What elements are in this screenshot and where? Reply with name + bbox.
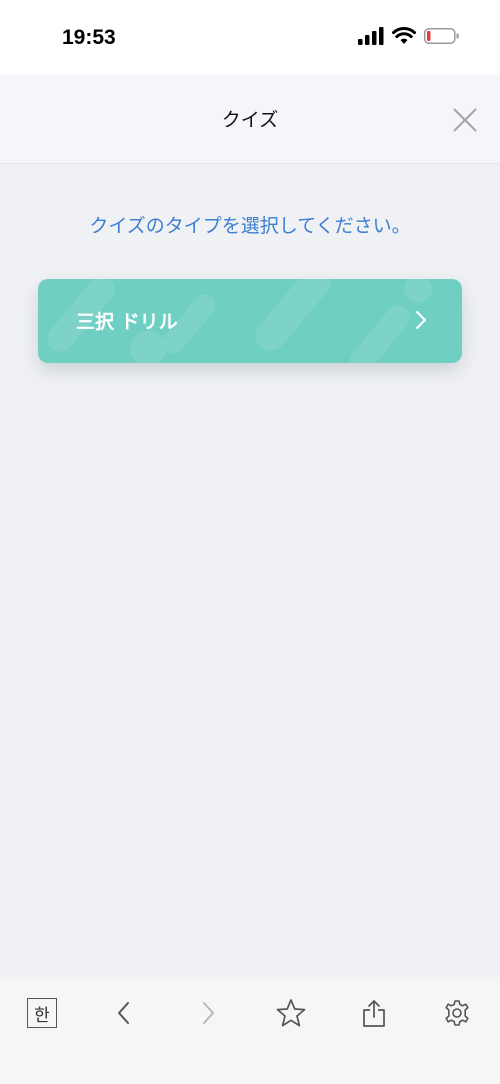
back-icon — [118, 1002, 129, 1024]
quiz-type-three-choice-drill[interactable]: 三択 ドリル — [38, 279, 462, 363]
signal-icon — [358, 27, 384, 45]
chevron-right-icon — [415, 310, 427, 330]
page-title: クイズ — [221, 109, 279, 131]
nav-header: クイズ — [0, 75, 500, 164]
gear-icon — [445, 1000, 469, 1026]
hangul-label: 한 — [27, 998, 57, 1028]
hangul-button[interactable]: 한 — [22, 993, 62, 1033]
status-time: 19:53 — [62, 26, 116, 49]
share-icon — [363, 1000, 385, 1027]
share-button[interactable] — [354, 993, 394, 1033]
status-icons — [358, 27, 460, 45]
status-bar: 19:53 — [0, 0, 500, 75]
wifi-icon — [392, 27, 416, 44]
battery-icon — [424, 28, 459, 44]
close-icon — [453, 108, 477, 132]
settings-button[interactable] — [437, 993, 477, 1033]
star-icon — [276, 999, 306, 1027]
back-button[interactable] — [104, 993, 144, 1033]
quiz-type-prompt: クイズのタイプを選択してください。 — [89, 215, 411, 237]
close-button[interactable] — [452, 107, 478, 133]
bottom-toolbar: 한 — [0, 977, 500, 1084]
favorite-button[interactable] — [271, 993, 311, 1033]
forward-icon — [203, 1002, 214, 1024]
forward-button[interactable] — [188, 993, 228, 1033]
quiz-type-label: 三択 ドリル — [76, 311, 178, 333]
